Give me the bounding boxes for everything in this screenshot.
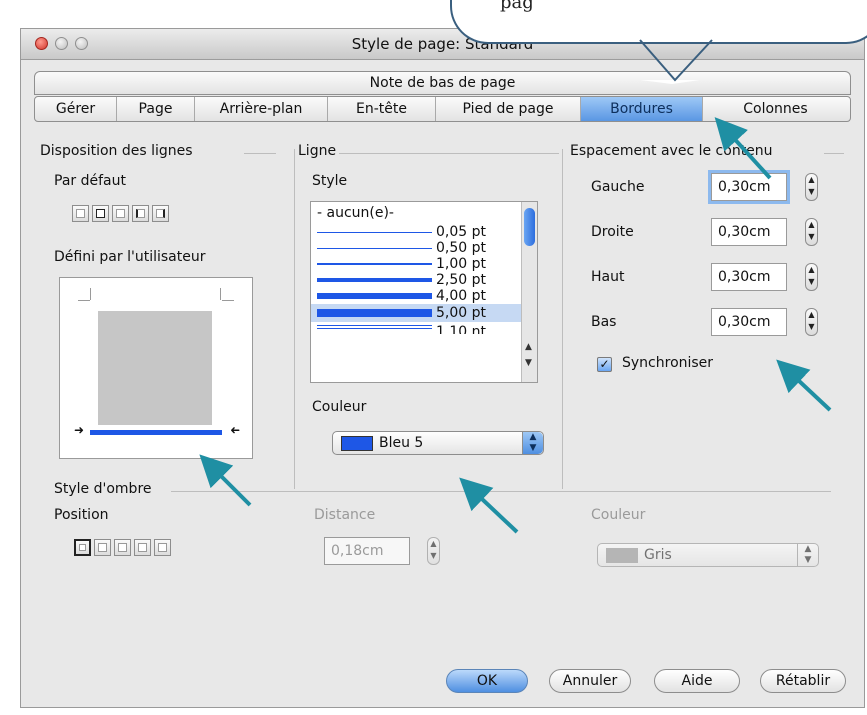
- style-label: 1,00 pt: [436, 256, 486, 272]
- cancel-button[interactable]: Annuler: [549, 669, 631, 693]
- list-item[interactable]: 0,05 pt: [311, 224, 537, 240]
- shadow-color-label: Couleur: [591, 507, 646, 523]
- scroll-up-icon[interactable]: ▲: [525, 342, 532, 352]
- spacing-right-field[interactable]: 0,30cm: [711, 218, 787, 246]
- spacing-top-label: Haut: [591, 269, 625, 285]
- spacing-right-stepper[interactable]: ▲ ▼: [805, 218, 818, 246]
- list-item[interactable]: 5,00 pt: [311, 304, 537, 322]
- list-item[interactable]: 2,50 pt: [311, 272, 537, 288]
- line-sample: [317, 263, 432, 265]
- preset-left-right[interactable]: [132, 205, 149, 222]
- style-label: 2,50 pt: [436, 272, 486, 288]
- preset-top-bottom[interactable]: [152, 205, 169, 222]
- corner-mark: [90, 288, 91, 300]
- synchronize-checkbox[interactable]: ✓: [597, 357, 612, 372]
- arrow-left-icon: ➜: [230, 423, 241, 437]
- shadow-color-select[interactable]: Gris ▲ ▼: [597, 543, 819, 567]
- spacing-left-field[interactable]: 0,30cm: [711, 173, 787, 201]
- line-sample: [317, 278, 432, 282]
- list-item[interactable]: 0,50 pt: [311, 240, 537, 256]
- page-preview-area: [98, 311, 212, 425]
- list-item[interactable]: 4,00 pt: [311, 288, 537, 304]
- shadow-position-presets: [74, 539, 171, 556]
- spacing-top-field[interactable]: 0,30cm: [711, 263, 787, 291]
- list-item[interactable]: 1,00 pt: [311, 256, 537, 272]
- section-divider: [339, 153, 559, 154]
- shadow-color-value: Gris: [644, 547, 672, 563]
- section-divider: [824, 153, 844, 154]
- popup-arrows-icon[interactable]: ▲ ▼: [522, 432, 543, 454]
- arrow-right-icon: ➜: [74, 423, 85, 437]
- spacing-bottom-stepper[interactable]: ▲ ▼: [805, 308, 818, 336]
- line-color-select[interactable]: Bleu 5 ▲ ▼: [332, 431, 544, 455]
- corner-mark: [78, 300, 90, 301]
- line-arrangement-title: Disposition des lignes: [40, 143, 193, 159]
- shadow-distance-field[interactable]: 0,18cm: [324, 537, 410, 565]
- shadow-distance-label: Distance: [314, 507, 376, 523]
- user-defined-border-preview[interactable]: ➜ ➜: [59, 277, 253, 459]
- line-style-label: Style: [312, 173, 348, 189]
- section-divider: [244, 153, 276, 154]
- help-button[interactable]: Aide: [654, 669, 740, 693]
- line-sample: [317, 309, 432, 317]
- shadow-position-label: Position: [54, 507, 109, 523]
- synchronize-label: Synchroniser: [622, 355, 714, 371]
- style-label: - aucun(e)-: [317, 205, 394, 221]
- line-sample: [317, 327, 432, 329]
- style-label: 0,50 pt: [436, 240, 486, 256]
- color-swatch: [606, 547, 638, 563]
- style-label: 1 10 nt: [436, 324, 486, 334]
- line-sample: [317, 231, 432, 233]
- spacing-right-label: Droite: [591, 224, 634, 240]
- default-label: Par défaut: [54, 173, 126, 189]
- line-color-value: Bleu 5: [379, 435, 424, 451]
- style-label: 0,05 pt: [436, 224, 486, 240]
- default-presets: [72, 205, 169, 222]
- spacing-top-stepper[interactable]: ▲ ▼: [805, 263, 818, 291]
- spacing-bottom-label: Bas: [591, 314, 617, 330]
- reset-button[interactable]: Rétablir: [760, 669, 846, 693]
- style-label: 5,00 pt: [436, 305, 486, 321]
- borders-panel: Disposition des lignes Par défaut Défini…: [34, 129, 849, 644]
- shadow-bottom-right[interactable]: [94, 539, 111, 556]
- list-item[interactable]: 1 10 nt: [311, 322, 537, 334]
- list-scrollbar[interactable]: ▲ ▼: [521, 202, 537, 382]
- column-divider: [294, 149, 295, 489]
- line-sample: [317, 293, 432, 299]
- style-label: 4,00 pt: [436, 288, 486, 304]
- shadow-top-right[interactable]: [114, 539, 131, 556]
- line-style-list[interactable]: - aucun(e)- 0,05 pt 0,50 pt 1,00 pt 2,50…: [310, 201, 538, 383]
- list-item[interactable]: - aucun(e)-: [311, 202, 537, 224]
- shadow-distance-stepper[interactable]: ▲ ▼: [427, 537, 440, 565]
- preset-box-inner[interactable]: [112, 205, 129, 222]
- scroll-thumb[interactable]: [524, 208, 535, 246]
- shadow-bottom-left[interactable]: [134, 539, 151, 556]
- shadow-none[interactable]: [74, 539, 91, 556]
- shadow-top-left[interactable]: [154, 539, 171, 556]
- corner-mark: [220, 288, 221, 300]
- line-color-label: Couleur: [312, 399, 367, 415]
- line-sample: [317, 247, 432, 249]
- column-divider: [562, 149, 563, 489]
- callout-tail: [639, 39, 713, 84]
- corner-mark: [222, 300, 234, 301]
- preset-none[interactable]: [72, 205, 89, 222]
- ok-button[interactable]: OK: [446, 669, 528, 693]
- bottom-border-line[interactable]: [90, 430, 222, 435]
- color-swatch: [341, 435, 373, 451]
- spacing-left-label: Gauche: [591, 179, 645, 195]
- spacing-bottom-field[interactable]: 0,30cm: [711, 308, 787, 336]
- user-defined-label: Défini par l'utilisateur: [54, 249, 206, 265]
- shadow-title: Style d'ombre: [54, 481, 152, 497]
- scroll-down-icon[interactable]: ▼: [525, 358, 532, 368]
- spacing-title: Espacement avec le contenu: [570, 143, 773, 159]
- preset-box[interactable]: [92, 205, 109, 222]
- spacing-left-stepper[interactable]: ▲ ▼: [805, 173, 818, 201]
- section-divider: [171, 491, 831, 492]
- line-title: Ligne: [298, 143, 337, 159]
- popup-arrows-icon[interactable]: ▲ ▼: [797, 544, 818, 566]
- page-style-dialog: Style de page: Standard Note de bas de p…: [20, 28, 865, 708]
